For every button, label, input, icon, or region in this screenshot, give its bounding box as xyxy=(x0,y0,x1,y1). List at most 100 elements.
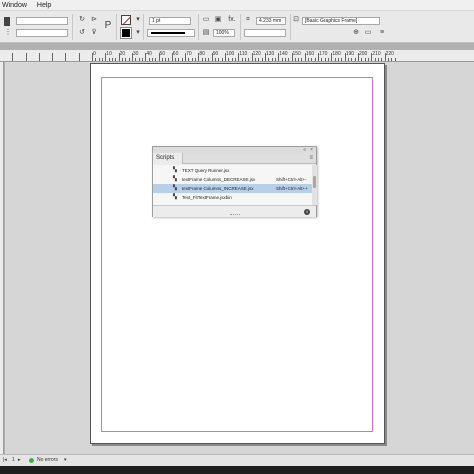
stroke-weight-field[interactable]: 1 pt xyxy=(149,17,191,25)
ruler-minor-tick xyxy=(178,58,180,61)
ruler-minor-tick xyxy=(115,58,117,61)
reference-y-field[interactable] xyxy=(16,29,68,37)
object-style-options-icon[interactable]: ▭ xyxy=(364,29,372,37)
opacity-icon[interactable]: ▤ xyxy=(202,29,210,37)
scrollbar[interactable] xyxy=(312,165,317,205)
object-style-icon[interactable]: ⊡ xyxy=(292,16,300,24)
rotate-ccw-icon[interactable]: ↺ xyxy=(78,29,86,37)
script-name: textFrame Columns_DECREASE.jsx xyxy=(182,177,256,182)
ruler-label: 190 xyxy=(345,51,355,57)
ruler-major-tick xyxy=(25,53,27,61)
zoom-field[interactable]: 100% xyxy=(213,29,235,37)
list-item-selected[interactable]: ▚ textFrame Columns_INCREASE.jsx Shift+C… xyxy=(153,184,312,193)
preflight-status-icon xyxy=(29,458,34,463)
ruler-minor-tick xyxy=(341,58,343,61)
flip-vertical-icon[interactable]: ⊽ xyxy=(90,29,98,37)
ruler-minor-tick xyxy=(308,58,310,61)
stroke-type-select[interactable] xyxy=(147,29,195,37)
script-file-icon: ▚ xyxy=(173,185,177,191)
ruler-minor-tick xyxy=(181,58,183,61)
resize-grip[interactable] xyxy=(230,214,240,216)
ruler-label: 100 xyxy=(226,51,235,57)
ruler-minor-tick xyxy=(361,58,363,61)
preflight-menu-icon[interactable]: ▾ xyxy=(64,457,67,464)
gm-icon[interactable]: ⊕ xyxy=(352,29,360,37)
panel-menu-icon[interactable]: ≡ xyxy=(378,29,386,37)
horizontal-ruler[interactable]: 0 10 20 30 40 50 60 70 80 90 100 110 120 130 140 150 160… xyxy=(0,50,474,62)
ruler-label: 50 xyxy=(159,51,166,57)
tab-scripts[interactable]: Scripts xyxy=(153,153,183,164)
ruler-minor-tick xyxy=(98,58,100,61)
reference-x-field[interactable] xyxy=(16,17,68,25)
first-page-icon[interactable]: |◂ xyxy=(3,457,7,464)
ruler-minor-tick xyxy=(321,58,323,61)
script-name: TEXT Query Runner.jsx xyxy=(182,168,230,173)
preflight-status[interactable]: No errors xyxy=(37,457,58,464)
ruler-minor-tick xyxy=(324,58,326,61)
ruler-minor-tick xyxy=(377,58,379,61)
ruler-minor-tick xyxy=(121,58,123,61)
menu-item-help[interactable]: Help xyxy=(37,2,51,9)
fill-none-swatch[interactable] xyxy=(121,15,131,25)
panel-menu-icon[interactable]: ≡ xyxy=(309,155,313,161)
list-item[interactable]: ▚ textFrame Columns_DECREASE.jsx Shift+C… xyxy=(153,175,312,184)
ruler-label: 0 xyxy=(93,51,96,57)
ruler-minor-tick xyxy=(148,58,150,61)
fit-content-icon[interactable]: ▣ xyxy=(214,16,222,24)
ruler-label: 160 xyxy=(305,51,315,57)
ruler-minor-tick xyxy=(141,58,143,61)
corner-shape-field[interactable] xyxy=(244,29,286,37)
width-field[interactable]: 4.233 mm xyxy=(256,17,286,25)
ruler-minor-tick xyxy=(334,58,336,61)
taskbar xyxy=(0,466,474,474)
stroke-swatch[interactable] xyxy=(120,27,132,39)
ruler-minor-tick xyxy=(348,58,350,61)
frame-fitting-icon[interactable]: ▭ xyxy=(202,16,210,24)
ruler-minor-tick xyxy=(354,58,356,61)
ruler-label: 130 xyxy=(265,51,275,57)
menu-item-window[interactable]: Window xyxy=(2,2,27,9)
ruler-minor-tick xyxy=(175,58,177,61)
object-style-select[interactable]: [Basic Graphics Frame] xyxy=(302,17,380,25)
ruler-minor-tick xyxy=(274,58,276,61)
ruler-label: 60 xyxy=(172,51,179,57)
ruler-minor-tick xyxy=(135,58,137,61)
ruler-minor-tick xyxy=(364,58,366,61)
align-options-icon[interactable]: ⋮ xyxy=(4,29,12,37)
ruler-minor-tick xyxy=(284,58,286,61)
align-left-icon[interactable] xyxy=(4,17,10,26)
page-number[interactable]: 1 xyxy=(12,457,15,464)
ruler-minor-tick xyxy=(394,58,396,61)
ruler-minor-tick xyxy=(301,58,303,61)
ruler-label: 20 xyxy=(119,51,126,57)
scripts-list: ▚ TEXT Query Runner.jsx ▚ textFrame Colu… xyxy=(153,165,312,205)
scripts-panel: « × Scripts ≡ ▚ TEXT Query Runner.jsx ▚ … xyxy=(152,146,317,217)
ruler-minor-tick xyxy=(188,58,190,61)
corner-options-icon[interactable]: ⌗ xyxy=(244,16,252,24)
separator xyxy=(72,14,73,40)
ruler-label: 90 xyxy=(212,51,219,57)
effects-icon[interactable]: fx. xyxy=(228,16,236,24)
flip-icon[interactable]: ⊳ xyxy=(90,16,98,24)
list-item[interactable]: ▚ TEXT Query Runner.jsx xyxy=(153,166,312,175)
chevron-down-icon[interactable]: ▾ xyxy=(134,16,142,24)
ruler-label: 200 xyxy=(359,51,368,57)
indesign-window: Window Help ⋮ ↻ ⊳ ↺ ⊽ P ▾ ▾ 1 pt ▭ ▣ ▤ 1… xyxy=(0,0,474,474)
ruler-minor-tick xyxy=(338,58,340,61)
ruler-label: 150 xyxy=(292,51,301,57)
ruler-major-tick xyxy=(65,53,67,61)
ruler-label: 80 xyxy=(199,51,205,57)
rotate-icon[interactable]: ↻ xyxy=(78,16,86,24)
ruler-label: 30 xyxy=(132,51,139,57)
chevron-down-icon[interactable]: ▾ xyxy=(134,29,142,37)
scrollbar-thumb[interactable] xyxy=(313,176,316,188)
document-page[interactable] xyxy=(90,63,385,444)
next-page-icon[interactable]: ▸ xyxy=(18,457,21,464)
ruler-minor-tick xyxy=(261,58,263,61)
type-on-path-icon[interactable]: P xyxy=(104,21,112,31)
separator xyxy=(198,14,199,40)
status-bar: |◂ 1 ▸ No errors ▾ xyxy=(0,454,474,474)
info-icon[interactable]: i xyxy=(304,209,310,215)
list-item[interactable]: ▚ Text_FitTextFrame.jsxbin xyxy=(153,193,312,202)
vertical-ruler[interactable] xyxy=(0,62,4,454)
